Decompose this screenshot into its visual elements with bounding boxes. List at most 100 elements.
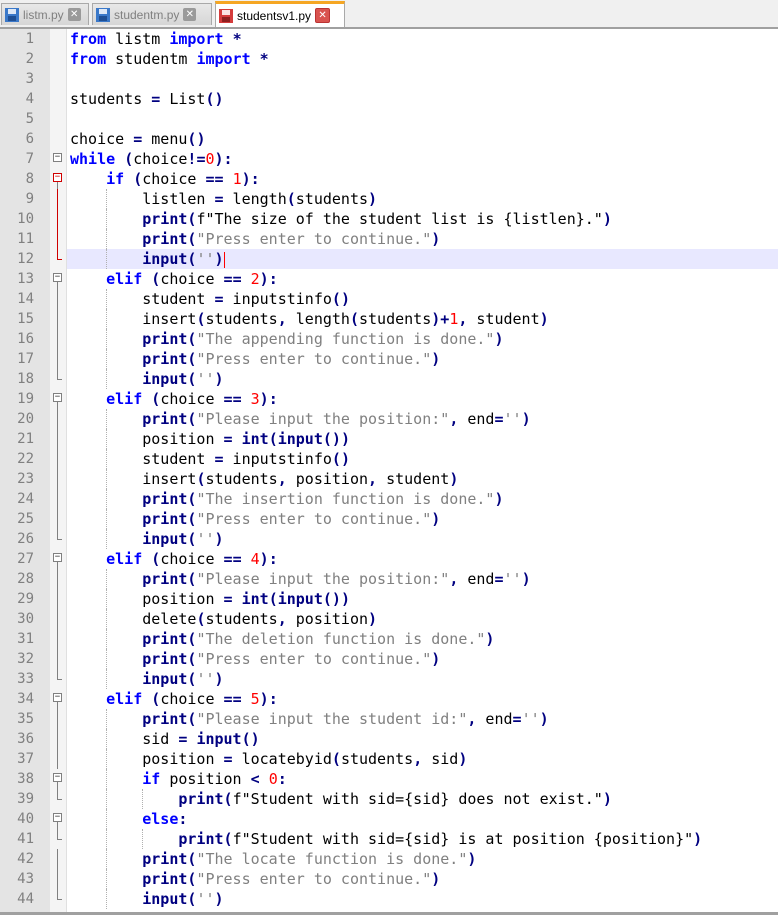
close-icon[interactable]: ✕: [183, 8, 197, 21]
code-line[interactable]: 22 student = inputstinfo(): [0, 449, 778, 469]
code-text[interactable]: input(''): [67, 249, 778, 269]
code-line[interactable]: 32 print("Press enter to continue."): [0, 649, 778, 669]
code-line[interactable]: 40 − else:: [0, 809, 778, 829]
code-text[interactable]: insert(students, position, student): [67, 469, 778, 489]
fold-toggle-icon[interactable]: −: [53, 693, 62, 702]
code-line[interactable]: 5: [0, 109, 778, 129]
code-text[interactable]: print("The deletion function is done."): [67, 629, 778, 649]
fold-toggle-icon[interactable]: −: [53, 553, 62, 562]
code-line[interactable]: 1 from listm import *: [0, 29, 778, 49]
code-text[interactable]: print("Press enter to continue."): [67, 349, 778, 369]
code-line[interactable]: 13 − elif (choice == 2):: [0, 269, 778, 289]
code-text[interactable]: print(f"Student with sid={sid} is at pos…: [67, 829, 778, 849]
code-text[interactable]: [67, 109, 778, 129]
code-line[interactable]: 15 insert(students, length(students)+1, …: [0, 309, 778, 329]
fold-toggle-icon[interactable]: −: [53, 813, 62, 822]
close-icon[interactable]: ✕: [315, 8, 331, 23]
code-text[interactable]: while (choice!=0):: [67, 149, 778, 169]
code-text[interactable]: print("Press enter to continue."): [67, 509, 778, 529]
code-line[interactable]: 6 choice = menu(): [0, 129, 778, 149]
code-text[interactable]: print("The locate function is done."): [67, 849, 778, 869]
code-line[interactable]: 25 print("Press enter to continue."): [0, 509, 778, 529]
fold-toggle-icon[interactable]: −: [53, 773, 62, 782]
code-text[interactable]: position = locatebyid(students, sid): [67, 749, 778, 769]
code-text[interactable]: position = int(input()): [67, 429, 778, 449]
code-text[interactable]: if (choice == 1):: [67, 169, 778, 189]
code-line[interactable]: 43 print("Press enter to continue."): [0, 869, 778, 889]
code-text[interactable]: print("Please input the position:", end=…: [67, 569, 778, 589]
code-line[interactable]: 39 print(f"Student with sid={sid} does n…: [0, 789, 778, 809]
code-text[interactable]: insert(students, length(students)+1, stu…: [67, 309, 778, 329]
code-text[interactable]: [67, 69, 778, 89]
code-text[interactable]: print(f"The size of the student list is …: [67, 209, 778, 229]
code-line[interactable]: 31 print("The deletion function is done.…: [0, 629, 778, 649]
code-line[interactable]: 14 student = inputstinfo(): [0, 289, 778, 309]
code-text[interactable]: input(''): [67, 369, 778, 389]
code-text[interactable]: if position < 0:: [67, 769, 778, 789]
code-line[interactable]: 10 print(f"The size of the student list …: [0, 209, 778, 229]
code-text[interactable]: input(''): [67, 889, 778, 909]
code-line[interactable]: 38 − if position < 0:: [0, 769, 778, 789]
code-text[interactable]: print("Press enter to continue."): [67, 229, 778, 249]
code-line[interactable]: 21 position = int(input()): [0, 429, 778, 449]
code-line[interactable]: 26 input(''): [0, 529, 778, 549]
tab-studentsv1[interactable]: studentsv1.py ✕: [215, 1, 345, 27]
fold-toggle-icon[interactable]: −: [53, 273, 62, 282]
code-line[interactable]: 17 print("Press enter to continue."): [0, 349, 778, 369]
code-text[interactable]: listlen = length(students): [67, 189, 778, 209]
code-line[interactable]: 36 sid = input(): [0, 729, 778, 749]
code-line[interactable]: 34 − elif (choice == 5):: [0, 689, 778, 709]
code-line[interactable]: 44 input(''): [0, 889, 778, 909]
fold-toggle-icon[interactable]: −: [53, 173, 62, 182]
tab-listm[interactable]: listm.py ✕: [1, 3, 89, 25]
code-line[interactable]: 29 position = int(input()): [0, 589, 778, 609]
code-text[interactable]: elif (choice == 5):: [67, 689, 778, 709]
code-text[interactable]: elif (choice == 2):: [67, 269, 778, 289]
code-text[interactable]: student = inputstinfo(): [67, 289, 778, 309]
code-text[interactable]: print("Press enter to continue."): [67, 869, 778, 889]
code-text[interactable]: print("Press enter to continue."): [67, 649, 778, 669]
code-line[interactable]: 28 print("Please input the position:", e…: [0, 569, 778, 589]
code-text[interactable]: position = int(input()): [67, 589, 778, 609]
code-text[interactable]: from studentm import *: [67, 49, 778, 69]
code-line[interactable]: 18 input(''): [0, 369, 778, 389]
code-text[interactable]: print("Please input the student id:", en…: [67, 709, 778, 729]
code-text[interactable]: input(''): [67, 669, 778, 689]
close-icon[interactable]: ✕: [67, 8, 81, 21]
code-text[interactable]: print(f"Student with sid={sid} does not …: [67, 789, 778, 809]
code-text[interactable]: else:: [67, 809, 778, 829]
code-line[interactable]: 11 print("Press enter to continue."): [0, 229, 778, 249]
code-line[interactable]: 20 print("Please input the position:", e…: [0, 409, 778, 429]
code-text[interactable]: print("Please input the position:", end=…: [67, 409, 778, 429]
code-line[interactable]: 23 insert(students, position, student): [0, 469, 778, 489]
code-line[interactable]: 27 − elif (choice == 4):: [0, 549, 778, 569]
code-line[interactable]: 35 print("Please input the student id:",…: [0, 709, 778, 729]
code-line[interactable]: 37 position = locatebyid(students, sid): [0, 749, 778, 769]
code-text[interactable]: choice = menu(): [67, 129, 778, 149]
code-line[interactable]: 41 print(f"Student with sid={sid} is at …: [0, 829, 778, 849]
code-line[interactable]: 9 listlen = length(students): [0, 189, 778, 209]
code-line[interactable]: 4 students = List(): [0, 89, 778, 109]
code-line[interactable]: 24 print("The insertion function is done…: [0, 489, 778, 509]
fold-toggle-icon[interactable]: −: [53, 393, 62, 402]
code-line[interactable]: 3: [0, 69, 778, 89]
fold-toggle-icon[interactable]: −: [53, 153, 62, 162]
code-text[interactable]: from listm import *: [67, 29, 778, 49]
code-line[interactable]: 12 input(''): [0, 249, 778, 269]
code-text[interactable]: students = List(): [67, 89, 778, 109]
code-text[interactable]: elif (choice == 3):: [67, 389, 778, 409]
code-text[interactable]: print("The insertion function is done."): [67, 489, 778, 509]
code-text[interactable]: input(''): [67, 529, 778, 549]
code-text[interactable]: delete(students, position): [67, 609, 778, 629]
code-text[interactable]: elif (choice == 4):: [67, 549, 778, 569]
code-text[interactable]: print("The appending function is done."): [67, 329, 778, 349]
code-text[interactable]: sid = input(): [67, 729, 778, 749]
code-editor[interactable]: 1 from listm import * 2 from studentm impor…: [0, 29, 778, 913]
code-line[interactable]: 19 − elif (choice == 3):: [0, 389, 778, 409]
code-line[interactable]: 8 − if (choice == 1):: [0, 169, 778, 189]
tab-studentm[interactable]: studentm.py ✕: [92, 3, 212, 25]
code-line[interactable]: 7 − while (choice!=0):: [0, 149, 778, 169]
code-line[interactable]: 42 print("The locate function is done."): [0, 849, 778, 869]
code-line[interactable]: 30 delete(students, position): [0, 609, 778, 629]
code-line[interactable]: 2 from studentm import *: [0, 49, 778, 69]
